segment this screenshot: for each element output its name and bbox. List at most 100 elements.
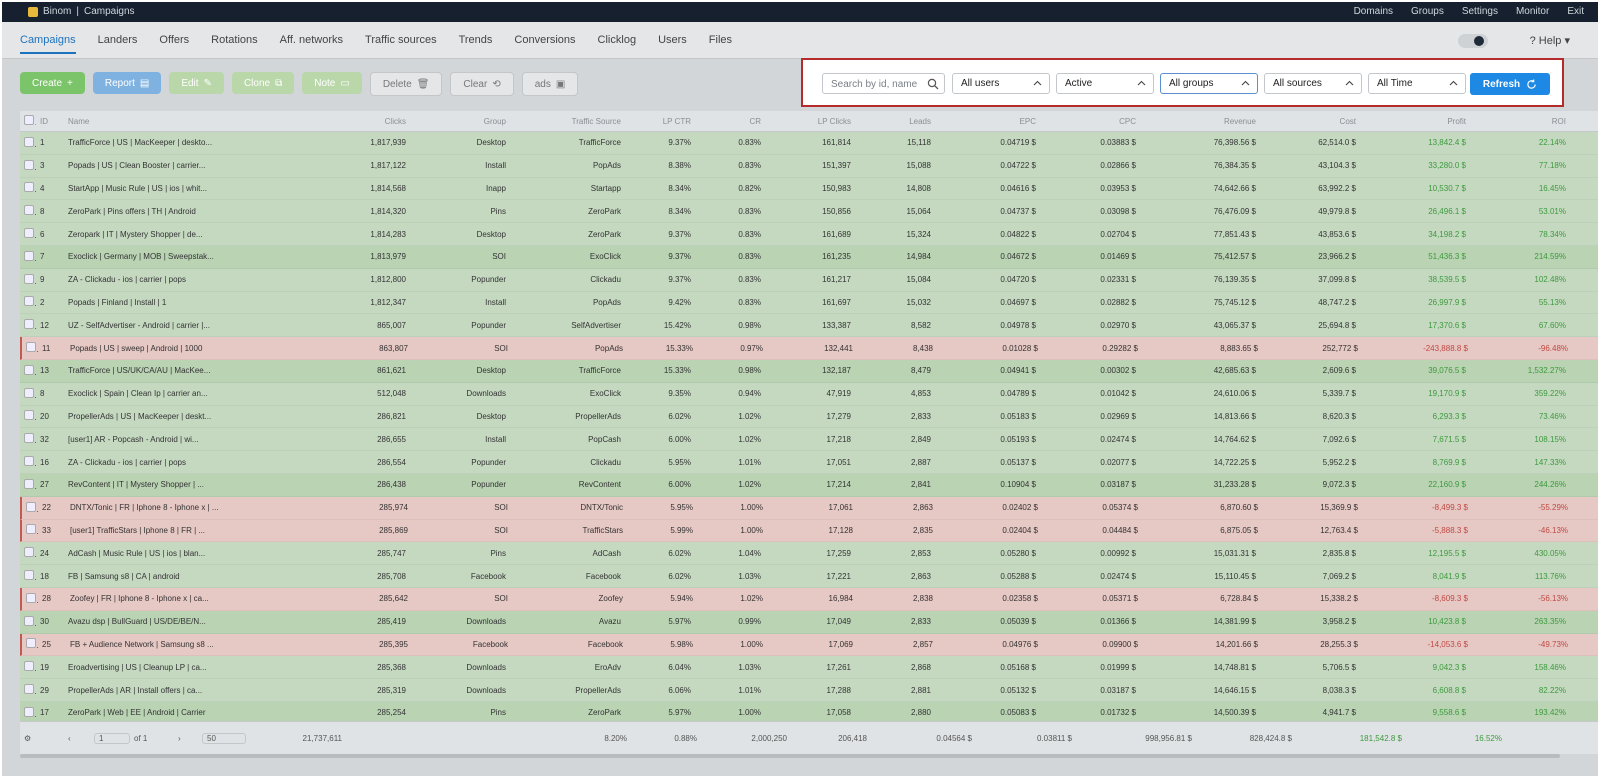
tab-offers[interactable]: Offers — [159, 34, 189, 54]
table-row[interactable]: 8 ZeroPark | Pins offers | TH | Android 1,… — [20, 200, 1598, 224]
table-row[interactable]: 16 ZA - Clickadu - ios | carrier | pops 28… — [20, 451, 1598, 474]
cell-name[interactable]: Zoofey | FR | Iphone 8 - Iphone x | ca..… — [66, 594, 312, 603]
horizontal-scrollbar[interactable] — [20, 754, 1560, 758]
tab-rotations[interactable]: Rotations — [211, 34, 257, 54]
col-header-source[interactable]: Traffic Source — [510, 117, 625, 126]
cell-name[interactable]: Exoclick | Germany | MOB | Sweepstak... — [64, 252, 310, 261]
col-header-cost[interactable]: Cost — [1260, 117, 1360, 126]
table-row[interactable]: 30 Avazu dsp | BullGuard | US/DE/BE/N... 2… — [20, 610, 1598, 634]
row-checkbox[interactable] — [20, 319, 36, 331]
cell-name[interactable]: Popads | US | Clean Booster | carrier... — [64, 161, 310, 170]
cell-name[interactable]: PropellerAds | US | MacKeeper | deskt... — [64, 412, 310, 421]
row-checkbox[interactable] — [20, 570, 36, 582]
cell-name[interactable]: [user1] AR - Popcash - Android | wi... — [64, 435, 310, 444]
ads-button[interactable]: ads ▣ — [521, 72, 579, 96]
row-checkbox[interactable] — [22, 342, 38, 354]
cell-name[interactable]: StartApp | Music Rule | US | ios | whit.… — [64, 184, 310, 193]
refresh-button[interactable]: Refresh — [1470, 73, 1550, 95]
create-button[interactable]: Create + — [20, 72, 85, 94]
col-header-cr[interactable]: CR — [695, 117, 765, 126]
table-row[interactable]: 27 RevContent | IT | Mystery Shopper | ..… — [20, 473, 1598, 497]
cell-name[interactable]: DNTX/Tonic | FR | Iphone 8 - Iphone x | … — [66, 503, 312, 512]
row-checkbox[interactable] — [20, 478, 36, 491]
brand[interactable]: Binom | Campaigns — [28, 6, 135, 17]
col-header-id[interactable]: ID — [36, 117, 64, 126]
cell-name[interactable]: FB | Samsung s8 | CA | android — [64, 572, 310, 581]
tab-conversions[interactable]: Conversions — [514, 34, 575, 54]
groups-dropdown[interactable]: All groups — [1160, 73, 1258, 94]
prev-page-icon[interactable]: ‹ — [64, 734, 94, 743]
row-checkbox[interactable] — [20, 615, 36, 628]
cell-name[interactable]: RevContent | IT | Mystery Shopper | ... — [64, 480, 310, 489]
col-header-roi[interactable]: ROI — [1470, 117, 1570, 126]
table-row[interactable]: 12 UZ - SelfAdvertiser - Android | carrie… — [20, 314, 1598, 338]
search-input[interactable] — [829, 76, 928, 93]
table-row[interactable]: 24 AdCash | Music Rule | US | ios | blan.… — [20, 542, 1598, 566]
period-dropdown[interactable]: All Time — [1368, 73, 1466, 94]
table-row[interactable]: 28 Zoofey | FR | Iphone 8 - Iphone x | ca… — [20, 587, 1598, 611]
cell-name[interactable]: ZeroPark | Pins offers | TH | Android — [64, 207, 310, 216]
table-row[interactable]: 4 StartApp | Music Rule | US | ios | whit… — [20, 177, 1598, 201]
clone-button[interactable]: Clone ⧉ — [231, 72, 295, 94]
sources-dropdown[interactable]: All sources — [1264, 73, 1362, 94]
table-row[interactable]: 32 [user1] AR - Popcash - Android | wi...… — [20, 428, 1598, 452]
table-row[interactable]: 17 ZeroPark | Web | EE | Android | Carrie… — [20, 701, 1598, 721]
table-row[interactable]: 19 Eroadvertising | US | Cleanup LP | ca.… — [20, 656, 1598, 680]
row-checkbox[interactable] — [20, 456, 36, 468]
cell-name[interactable]: Popads | Finland | Install | 1 — [64, 298, 310, 307]
table-row[interactable]: 8 Exoclick | Spain | Clean Ip | carrier a… — [20, 382, 1598, 406]
cell-name[interactable]: AdCash | Music Rule | US | ios | blan... — [64, 549, 310, 558]
search-icon[interactable] — [927, 78, 939, 90]
topnav-exit[interactable]: Exit — [1567, 6, 1584, 17]
row-checkbox[interactable] — [20, 547, 36, 559]
row-checkbox[interactable] — [22, 524, 38, 536]
clear-button[interactable]: Clear ⟲ — [450, 72, 514, 96]
table-row[interactable]: 11 Popads | US | sweep | Android | 1000 86… — [20, 337, 1598, 360]
theme-toggle[interactable] — [1458, 34, 1488, 48]
row-checkbox[interactable] — [20, 250, 36, 263]
tab-campaigns[interactable]: Campaigns — [20, 34, 76, 54]
row-checkbox[interactable] — [22, 638, 38, 650]
table-row[interactable]: 33 [user1] TrafficStars | Iphone 8 | FR |… — [20, 519, 1598, 543]
cell-name[interactable]: Exoclick | Spain | Clean Ip | carrier an… — [64, 389, 310, 398]
help-menu[interactable]: ? Help ▾ — [1530, 34, 1570, 47]
col-header-lpctr[interactable]: LP CTR — [625, 117, 695, 126]
tab-clicklog[interactable]: Clicklog — [598, 34, 637, 54]
row-checkbox[interactable] — [20, 684, 36, 696]
row-checkbox[interactable] — [20, 387, 36, 400]
cell-name[interactable]: [user1] TrafficStars | Iphone 8 | FR | .… — [66, 526, 312, 535]
cell-name[interactable]: ZeroPark | Web | EE | Android | Carrier — [64, 708, 310, 717]
row-checkbox[interactable] — [20, 410, 36, 422]
cell-name[interactable]: ZA - Clickadu - ios | carrier | pops — [64, 458, 310, 467]
row-checkbox[interactable] — [20, 364, 36, 377]
row-checkbox[interactable] — [20, 182, 36, 194]
tab-trends[interactable]: Trends — [459, 34, 493, 54]
row-checkbox[interactable] — [20, 706, 36, 719]
tab-users[interactable]: Users — [658, 34, 687, 54]
table-row[interactable]: 29 PropellerAds | AR | Install offers | c… — [20, 679, 1598, 702]
col-header-group[interactable]: Group — [410, 117, 510, 126]
page-select[interactable]: 1 — [94, 732, 130, 744]
table-row[interactable]: 22 DNTX/Tonic | FR | Iphone 8 - Iphone x … — [20, 496, 1598, 520]
settings-icon[interactable]: ⚙ — [20, 734, 64, 743]
col-header-profit[interactable]: Profit — [1360, 117, 1470, 126]
topnav-settings[interactable]: Settings — [1462, 6, 1498, 17]
col-header-clicks[interactable]: Clicks — [310, 117, 410, 126]
search-box[interactable] — [822, 73, 945, 94]
cell-name[interactable]: Popads | US | sweep | Android | 1000 — [66, 344, 312, 353]
row-checkbox[interactable] — [22, 501, 38, 514]
col-header-revenue[interactable]: Revenue — [1140, 117, 1260, 126]
row-checkbox[interactable] — [20, 136, 36, 149]
cell-name[interactable]: TrafficForce | US | MacKeeper | deskto..… — [64, 138, 310, 147]
row-checkbox[interactable] — [20, 433, 36, 445]
table-row[interactable]: 2 Popads | Finland | Install | 1 1,812,347… — [20, 291, 1598, 315]
table-row[interactable]: 9 ZA - Clickadu - ios | carrier | pops 1,8… — [20, 268, 1598, 292]
row-checkbox[interactable] — [20, 273, 36, 286]
next-page-icon[interactable]: › — [174, 734, 202, 743]
table-row[interactable]: 20 PropellerAds | US | MacKeeper | deskt.… — [20, 405, 1598, 429]
select-all-checkbox[interactable] — [20, 115, 36, 127]
per-page-select[interactable]: 50 — [202, 732, 246, 744]
topnav-groups[interactable]: Groups — [1411, 6, 1444, 17]
row-checkbox[interactable] — [20, 296, 36, 308]
cell-name[interactable]: ZA - Clickadu - ios | carrier | pops — [64, 275, 310, 284]
